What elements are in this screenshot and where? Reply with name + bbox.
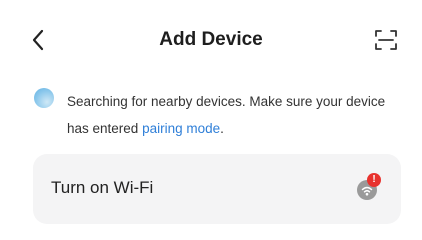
search-status-period: . <box>220 121 224 136</box>
scan-frame-icon <box>375 30 397 50</box>
chevron-left-icon <box>32 29 44 51</box>
alert-badge: ! <box>367 173 381 187</box>
add-device-screen: Add Device Searching for nearby devices.… <box>0 0 422 240</box>
turn-on-wifi-card[interactable]: Turn on Wi-Fi ! <box>33 154 401 224</box>
wifi-status: ! <box>357 173 383 202</box>
pairing-mode-link[interactable]: pairing mode <box>142 121 220 136</box>
wifi-card-label: Turn on Wi-Fi <box>51 178 154 197</box>
search-status-line-cont: has entered <box>67 121 143 136</box>
searching-spinner-icon <box>34 88 54 108</box>
scan-qr-button[interactable] <box>374 28 398 52</box>
back-button[interactable] <box>30 27 48 53</box>
header-bar: Add Device <box>0 18 422 62</box>
search-status-text: Searching for nearby devices. Make sure … <box>67 88 407 142</box>
page-title: Add Device <box>159 29 263 50</box>
search-status-line: Searching for nearby devices. Make sure … <box>67 94 386 109</box>
